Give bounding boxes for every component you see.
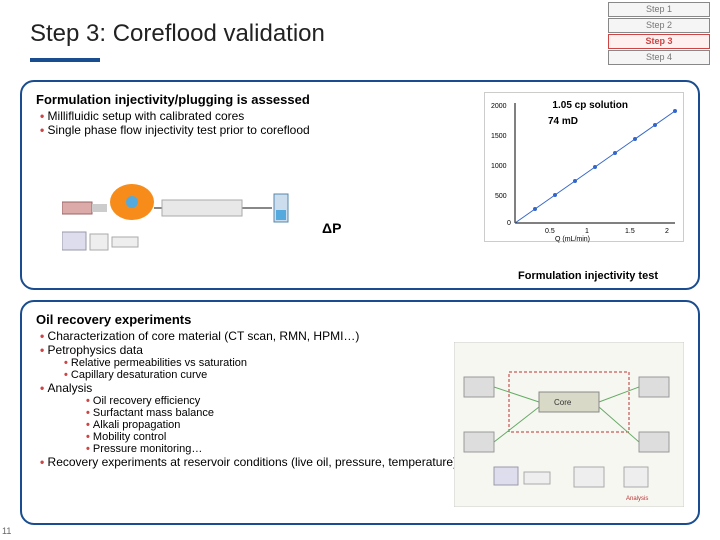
chart-annotation-1: 1.05 cp solution bbox=[552, 100, 628, 111]
delta-p-label: ΔP bbox=[322, 220, 341, 236]
svg-text:Core: Core bbox=[554, 398, 572, 407]
step-2-button[interactable]: Step 2 bbox=[608, 18, 710, 33]
slide-number: 11 bbox=[2, 526, 11, 536]
step-4-button[interactable]: Step 4 bbox=[608, 50, 710, 65]
svg-text:1000: 1000 bbox=[491, 163, 507, 170]
injectivity-panel: Formulation injectivity/plugging is asse… bbox=[20, 80, 700, 290]
svg-text:0: 0 bbox=[507, 220, 511, 227]
svg-text:1: 1 bbox=[585, 228, 589, 235]
injectivity-chart: 2000 1500 1000 500 0 0.5 1 1.5 2 Q (mL/m… bbox=[484, 92, 684, 242]
svg-text:1.5: 1.5 bbox=[625, 228, 635, 235]
chart-annotation-2: 74 mD bbox=[548, 116, 578, 127]
title-underline bbox=[30, 58, 100, 62]
recovery-panel: Oil recovery experiments Characterizatio… bbox=[20, 300, 700, 525]
svg-text:Analysis: Analysis bbox=[626, 496, 648, 502]
svg-text:2000: 2000 bbox=[491, 103, 507, 110]
svg-text:1500: 1500 bbox=[491, 133, 507, 140]
panel2-bullet-1: Characterization of core material (CT sc… bbox=[36, 329, 684, 343]
svg-text:2: 2 bbox=[665, 228, 669, 235]
chart-caption: Formulation injectivity test bbox=[518, 270, 658, 282]
panel1-bullet-2: Single phase flow injectivity test prior… bbox=[36, 123, 336, 137]
coreflood-rig-diagram: Core Analysis bbox=[454, 342, 684, 507]
step-navigation: Step 1 Step 2 Step 3 Step 4 bbox=[608, 2, 710, 65]
panel2-heading: Oil recovery experiments bbox=[36, 312, 684, 327]
step-1-button[interactable]: Step 1 bbox=[608, 2, 710, 17]
svg-text:500: 500 bbox=[495, 193, 507, 200]
slide-title: Step 3: Coreflood validation bbox=[30, 20, 325, 48]
millifluidic-setup-diagram bbox=[62, 172, 342, 257]
step-3-button[interactable]: Step 3 bbox=[608, 34, 710, 49]
svg-text:Q (mL/min): Q (mL/min) bbox=[555, 236, 590, 243]
svg-text:0.5: 0.5 bbox=[545, 228, 555, 235]
